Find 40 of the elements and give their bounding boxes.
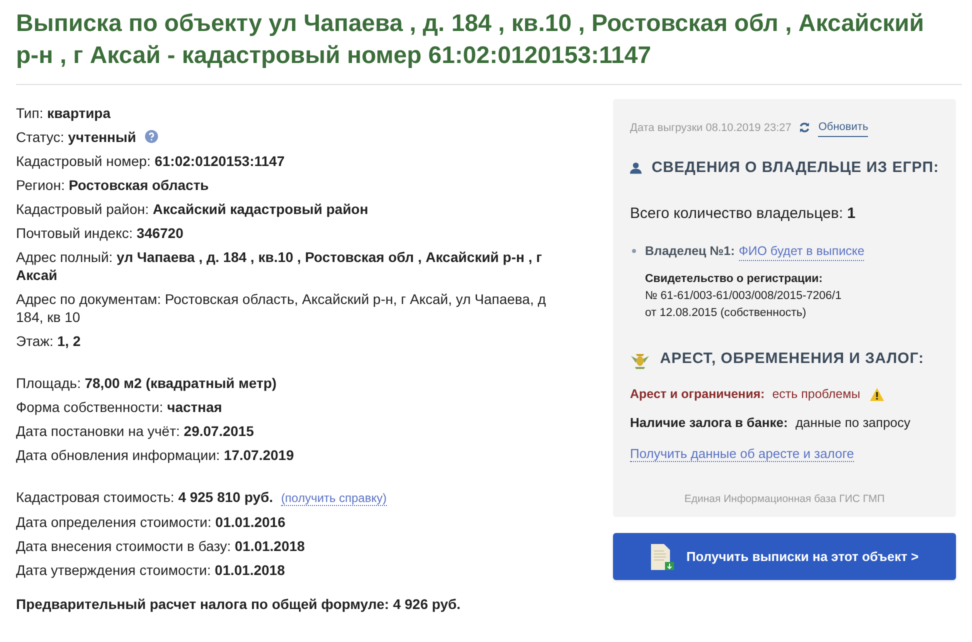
tax-estimate: Предварительный расчет налога по общей формуле: 4 926 руб. [16,595,462,614]
property-text: Тип: квартира [16,105,111,121]
warning-icon [870,388,884,401]
get-extract-button[interactable]: Получить выписки на этот объект > [613,533,956,580]
page-title: Выписка по объекту ул Чапаева , д. 184 , кв.10 , Ростовская обл , Аксайский р-н , г Аксай - кадастровый номер 61:02:0120153:1147 [16,9,926,71]
document-icon [650,544,674,570]
owner-label: Владелец №1: [645,243,735,260]
certificate-number: № 61-61/003-61/003/008/2015-7206/1 [645,289,842,304]
pledge-status: Наличие залога в банке: данные по запросу [630,414,910,430]
property-text: Кадастровая стоимость: 4 925 810 руб. [16,489,274,505]
help-icon[interactable] [145,130,158,143]
property-text: Форма собственности: частная [16,399,222,415]
property-text: Статус: учтенный [16,129,136,145]
property-text: Дата утверждения стоимости: 01.01.2018 [16,562,285,578]
property-text: Регион: Ростовская область [16,177,209,193]
owner-name-link[interactable]: ФИО будет в выписке [738,242,864,262]
property-text: Дата определения стоимости: 01.01.2016 [16,514,286,530]
property-text: Адрес полный: ул Чапаева , д. 184 , кв.10 , Ростовская обл , Аксайский р-н , г Аксай [16,249,542,283]
property-text: Этаж: 1, 2 [16,333,81,349]
refresh-link[interactable]: Обновить [818,119,868,136]
arrest-data-link[interactable]: Получить данные об аресте и залоге [630,446,854,462]
refresh-icon[interactable] [799,122,810,134]
source-note: Единая Информационная база ГИС ГМП [683,492,886,506]
section-heading: АРЕСТ, ОБРЕМЕНЕНИЯ И ЗАЛОГ: [660,349,924,370]
owners-count: Всего количество владельцев: 1 [630,205,856,222]
property-text: Адрес по документам: Ростовская область, Аксайский р-н, г Аксай, ул Чапаева, д 184, кв 10 [16,291,546,325]
person-icon [630,160,642,176]
property-text: Дата постановки на учёт: 29.07.2015 [16,423,254,439]
property-text: Кадастровый район: Аксайский кадастровый район [16,201,368,217]
property-text: Дата обновления информации: 17.07.2019 [16,447,294,463]
certificate-label: Свидетельство о регистрации: [645,272,824,288]
certificate-date: от 12.08.2015 (собственность) [645,306,808,322]
export-date: Дата выгрузки 08.10.2019 23:27 [630,120,792,136]
property-text: Почтовый индекс: 346720 [16,225,184,241]
property-text: Кадастровый номер: 61:02:0120153:1147 [16,153,285,169]
arrest-status: Арест и ограничения: есть проблемы [630,386,860,403]
property-text: Площадь: 78,00 м2 (квадратный метр) [16,375,277,391]
certificate-link[interactable]: (получить справку) [281,491,387,506]
section-heading: СВЕДЕНИЯ О ВЛАДЕЛЬЦЕ ИЗ ЕГРП: [652,158,939,178]
property-text: Дата внесения стоимости в базу: 01.01.2018 [16,538,305,554]
